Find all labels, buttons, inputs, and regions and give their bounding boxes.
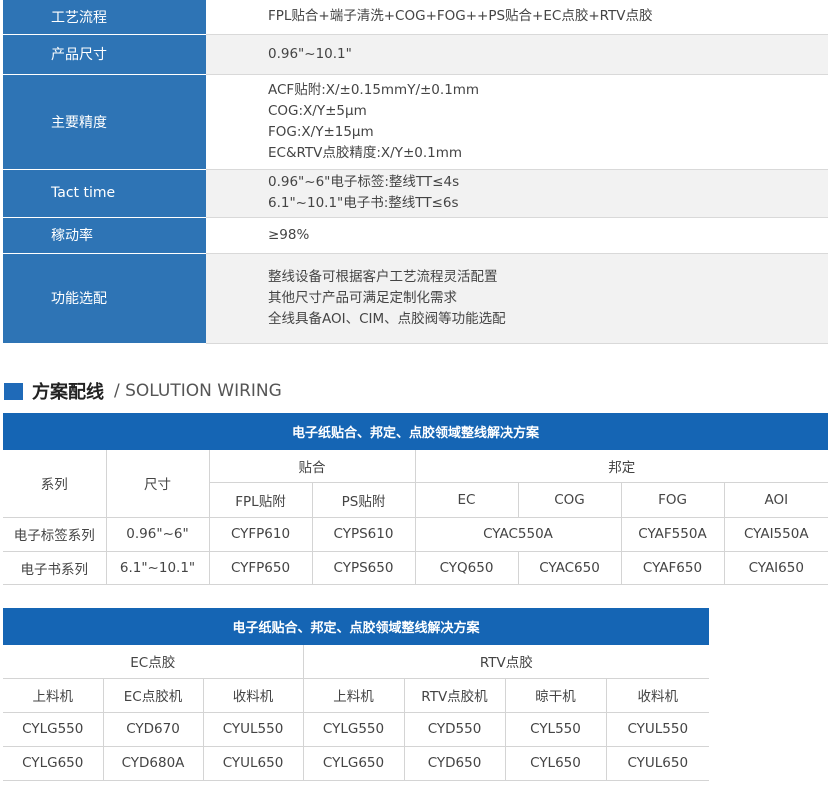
square-bullet-icon (4, 382, 23, 400)
table-cell: CYLG550 (3, 711, 104, 747)
cell-fog: CYAF650 (620, 550, 725, 585)
table-cell: CYL550 (504, 711, 607, 747)
subheader-aoi: AOI (723, 481, 829, 518)
subheader-ps: PS贴附 (311, 481, 416, 518)
cell-aoi: CYAI550A (723, 516, 829, 552)
table-cell: CYL650 (504, 745, 607, 781)
solution-table-bonding: 电子纸贴合、邦定、点胶领域整线解决方案 系列 尺寸 贴合 邦定 FPL贴附 PS… (3, 413, 829, 585)
header-bonding: 邦定 (414, 450, 829, 483)
spec-value: FOG:X/Y±15μm (268, 123, 374, 140)
table-cell: CYLG550 (302, 711, 405, 747)
header-series: 系列 (3, 450, 107, 518)
cell-aoi: CYAI650 (723, 550, 829, 585)
spec-row-tact-time: Tact time 0.96"~6"电子标签:整线TT≤4s 6.1"~10.1… (3, 169, 828, 218)
cell-size: 6.1"~10.1" (105, 550, 210, 585)
spec-row-size: 产品尺寸 0.96"~10.1" (3, 34, 828, 75)
subheader-loader: 上料机 (3, 677, 104, 713)
header-size: 尺寸 (105, 450, 210, 518)
table-cell: CYUL650 (202, 745, 304, 781)
cell-ec: CYQ650 (414, 550, 519, 585)
solution-table-dispensing: 电子纸贴合、邦定、点胶领域整线解决方案 EC点胶 RTV点胶 上料机 EC点胶机… (3, 608, 710, 781)
spec-value: 0.96"~6"电子标签:整线TT≤4s (268, 174, 460, 190)
subheader-loader: 上料机 (302, 677, 405, 713)
spec-table: 工艺流程 FPL贴合+端子清洗+COG+FOG++PS贴合+EC点胶+RTV点胶… (3, 0, 828, 344)
spec-value: ACF贴附:X/±0.15mmY/±0.1mm (268, 81, 480, 98)
cell-fpl: CYFP650 (208, 550, 313, 585)
spec-value: EC&RTV点胶精度:X/Y±0.1mm (268, 144, 463, 161)
spec-row-process: 工艺流程 FPL贴合+端子清洗+COG+FOG++PS贴合+EC点胶+RTV点胶 (3, 0, 828, 35)
header-rtv-dispensing: RTV点胶 (302, 645, 710, 679)
cell-ps: CYPS610 (311, 516, 416, 552)
table-cell: CYD680A (102, 745, 204, 781)
cell-ec-cog: CYAC550A (414, 516, 622, 552)
spec-row-precision: 主要精度 ACF贴附:X/±0.15mmY/±0.1mm COG:X/Y±5μm… (3, 74, 828, 170)
spec-row-options: 功能选配 整线设备可根据客户工艺流程灵活配置 其他尺寸产品可满足定制化需求 全线… (3, 253, 828, 344)
subheader-unloader: 收料机 (202, 677, 304, 713)
cell-series: 电子标签系列 (3, 516, 107, 552)
header-ec-dispensing: EC点胶 (3, 645, 304, 679)
table-cell: CYUL650 (605, 745, 710, 781)
table-cell: CYUL550 (605, 711, 710, 747)
spec-label: 产品尺寸 (3, 34, 206, 75)
subheader-ec: EC (414, 481, 519, 518)
spec-value: 6.1"~10.1"电子书:整线TT≤6s (268, 195, 459, 211)
spec-label: 主要精度 (3, 74, 206, 170)
table-row: CYLG650 CYD680A CYUL650 CYLG650 CYD650 C… (3, 745, 710, 781)
subheader-dryer: 晾干机 (504, 677, 607, 713)
spec-value: FPL贴合+端子清洗+COG+FOG++PS贴合+EC点胶+RTV点胶 (268, 8, 653, 25)
cell-cog: CYAC650 (517, 550, 622, 585)
subheader-unloader: 收料机 (605, 677, 710, 713)
table-cell: CYLG650 (302, 745, 405, 781)
table-cell: CYLG650 (3, 745, 104, 781)
spec-value: 其他尺寸产品可满足定制化需求 (268, 289, 457, 306)
cell-ps: CYPS650 (311, 550, 416, 585)
section-heading: 方案配线 / SOLUTION WIRING (4, 378, 282, 404)
section-title-cn: 方案配线 (32, 382, 104, 403)
table-cell: CYD650 (403, 745, 506, 781)
table-row: CYLG550 CYD670 CYUL550 CYLG550 CYD550 CY… (3, 711, 710, 747)
section-title-en: / SOLUTION WIRING (114, 381, 282, 401)
table-caption: 电子纸贴合、邦定、点胶领域整线解决方案 (3, 413, 829, 450)
spec-value: COG:X/Y±5μm (268, 102, 367, 119)
cell-series: 电子书系列 (3, 550, 107, 585)
table-cell: CYD670 (102, 711, 204, 747)
table-cell: CYD550 (403, 711, 506, 747)
cell-fpl: CYFP610 (208, 516, 313, 552)
spec-label: 稼动率 (3, 217, 206, 254)
subheader-cog: COG (517, 481, 622, 518)
spec-label: 工艺流程 (3, 0, 206, 35)
cell-fog: CYAF550A (620, 516, 725, 552)
spec-label: 功能选配 (3, 253, 206, 344)
spec-value: 全线具备AOI、CIM、点胶阀等功能选配 (268, 310, 506, 327)
table-row: 电子标签系列 0.96"~6" CYFP610 CYPS610 CYAC550A… (3, 516, 829, 552)
subheader-ec-dispenser: EC点胶机 (102, 677, 204, 713)
spec-label: Tact time (3, 169, 206, 218)
spec-value: 0.96"~10.1" (268, 45, 352, 62)
subheader-fog: FOG (620, 481, 725, 518)
table-caption: 电子纸贴合、邦定、点胶领域整线解决方案 (3, 608, 710, 645)
spec-row-utilization: 稼动率 ≥98% (3, 217, 828, 254)
header-lamination: 贴合 (208, 450, 416, 483)
cell-size: 0.96"~6" (105, 516, 210, 552)
table-cell: CYUL550 (202, 711, 304, 747)
subheader-fpl: FPL贴附 (209, 481, 313, 518)
spec-value: ≥98% (268, 226, 310, 243)
table-row: 电子书系列 6.1"~10.1" CYFP650 CYPS650 CYQ650 … (3, 550, 829, 585)
subheader-rtv-dispenser: RTV点胶机 (403, 677, 506, 713)
spec-value: 整线设备可根据客户工艺流程灵活配置 (268, 268, 498, 285)
